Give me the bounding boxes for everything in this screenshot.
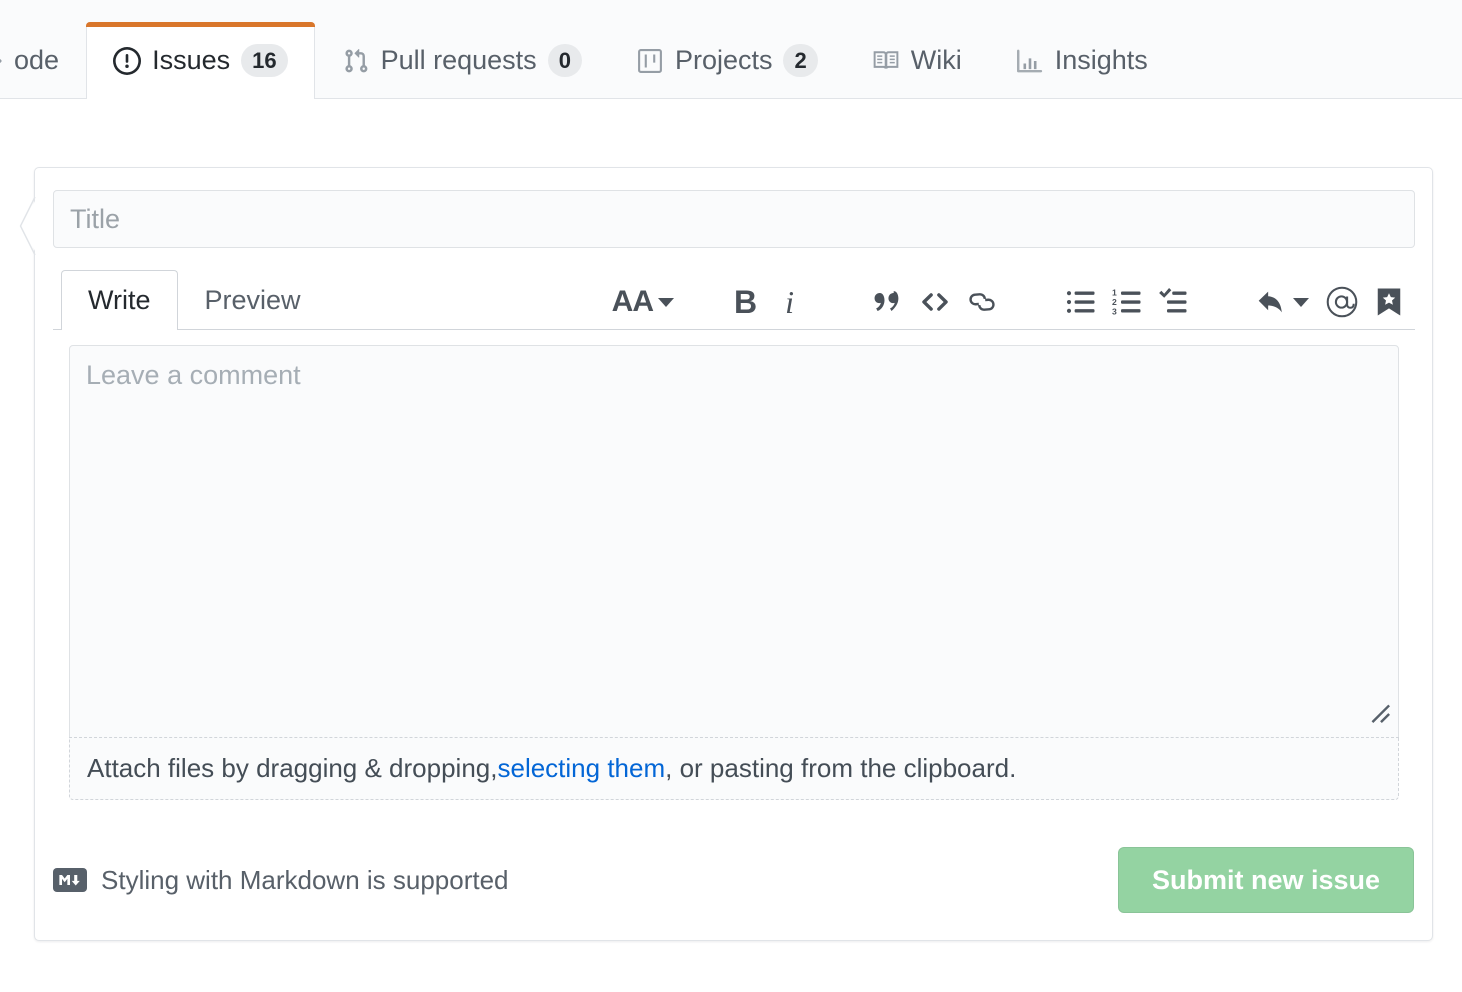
- comment-textarea[interactable]: [69, 345, 1399, 741]
- bold-label: B: [734, 284, 758, 320]
- nav-item-label: Wiki: [910, 45, 962, 75]
- comment-bubble-arrow-icon: [19, 196, 36, 256]
- projects-count-badge: 2: [783, 43, 818, 78]
- graph-icon: [1016, 47, 1044, 75]
- select-files-link[interactable]: selecting them: [497, 753, 665, 784]
- nav-item-label: Pull requests: [380, 45, 537, 75]
- chevron-down-icon: [658, 297, 674, 307]
- pull-requests-count-badge: 0: [547, 43, 582, 78]
- issue-title-input[interactable]: [53, 190, 1415, 248]
- unordered-list-icon[interactable]: [1058, 280, 1104, 324]
- new-issue-form-card: Write Preview AA B i: [19, 167, 1433, 941]
- nav-item-label: Insights: [1054, 45, 1148, 75]
- submit-new-issue-button[interactable]: Submit new issue: [1118, 847, 1414, 913]
- markdown-support-note[interactable]: Styling with Markdown is supported: [53, 865, 509, 896]
- book-icon: [872, 47, 900, 75]
- dropzone-text-after: , or pasting from the clipboard.: [665, 753, 1017, 783]
- saved-reply-icon[interactable]: [1367, 280, 1411, 324]
- tab-write[interactable]: Write: [61, 270, 178, 330]
- chevron-down-icon: [1293, 297, 1309, 307]
- italic-label: i: [785, 284, 794, 320]
- heading-label: AA: [611, 285, 654, 318]
- issue-opened-icon: [113, 46, 142, 75]
- git-pull-request-icon: [342, 47, 370, 75]
- quote-icon[interactable]: [866, 280, 912, 324]
- dropzone-text-before: Attach files by dragging & dropping,: [87, 753, 498, 783]
- nav-item-projects[interactable]: Projects 2: [609, 22, 845, 98]
- nav-item-label: ode: [14, 45, 60, 75]
- nav-item-wiki[interactable]: Wiki: [845, 22, 989, 98]
- file-dropzone[interactable]: Attach files by dragging & dropping, sel…: [69, 737, 1399, 800]
- ordered-list-icon[interactable]: 123: [1104, 280, 1150, 324]
- svg-text:3: 3: [1112, 307, 1117, 317]
- comment-body: [53, 330, 1415, 741]
- repo-nav-list: ode Issues 16 Pull requests 0 Projects 2: [0, 0, 1175, 99]
- nav-item-code[interactable]: ode: [0, 22, 86, 98]
- markdown-note-label: Styling with Markdown is supported: [101, 864, 509, 895]
- comment-editor: Write Preview AA B i 1 2 3 Leave a comme…: [53, 270, 1415, 800]
- link-icon[interactable]: [958, 280, 1006, 324]
- nav-item-pull-requests[interactable]: Pull requests 0: [315, 22, 609, 98]
- tab-preview[interactable]: Preview: [178, 270, 328, 329]
- bold-icon[interactable]: B: [726, 280, 765, 324]
- svg-text:2: 2: [1112, 297, 1117, 307]
- issue-form-inner: Write Preview AA B i: [53, 190, 1415, 800]
- heading-icon[interactable]: AA: [604, 280, 682, 324]
- code-icon[interactable]: [912, 280, 958, 324]
- task-list-icon[interactable]: [1150, 280, 1196, 324]
- repo-nav-bar: ode Issues 16 Pull requests 0 Projects 2: [0, 0, 1462, 99]
- nav-item-issues[interactable]: Issues 16: [86, 22, 315, 99]
- nav-item-label: Projects: [674, 45, 773, 75]
- code-icon: [0, 47, 3, 75]
- mention-icon[interactable]: [1317, 280, 1367, 324]
- markdown-toolbar: AA B i 1 2 3: [604, 279, 1411, 325]
- issues-count-badge: 16: [241, 43, 288, 78]
- reply-icon[interactable]: [1248, 280, 1317, 324]
- nav-item-insights[interactable]: Insights: [989, 22, 1175, 98]
- editor-tabnav: Write Preview AA B i 1 2 3: [53, 270, 1415, 330]
- markdown-icon: [53, 868, 87, 892]
- italic-icon[interactable]: i: [765, 280, 814, 324]
- form-actions: Styling with Markdown is supported Submi…: [53, 842, 1414, 918]
- project-board-icon: [636, 47, 664, 75]
- nav-item-label: Issues: [152, 45, 231, 75]
- svg-text:1: 1: [1112, 287, 1117, 297]
